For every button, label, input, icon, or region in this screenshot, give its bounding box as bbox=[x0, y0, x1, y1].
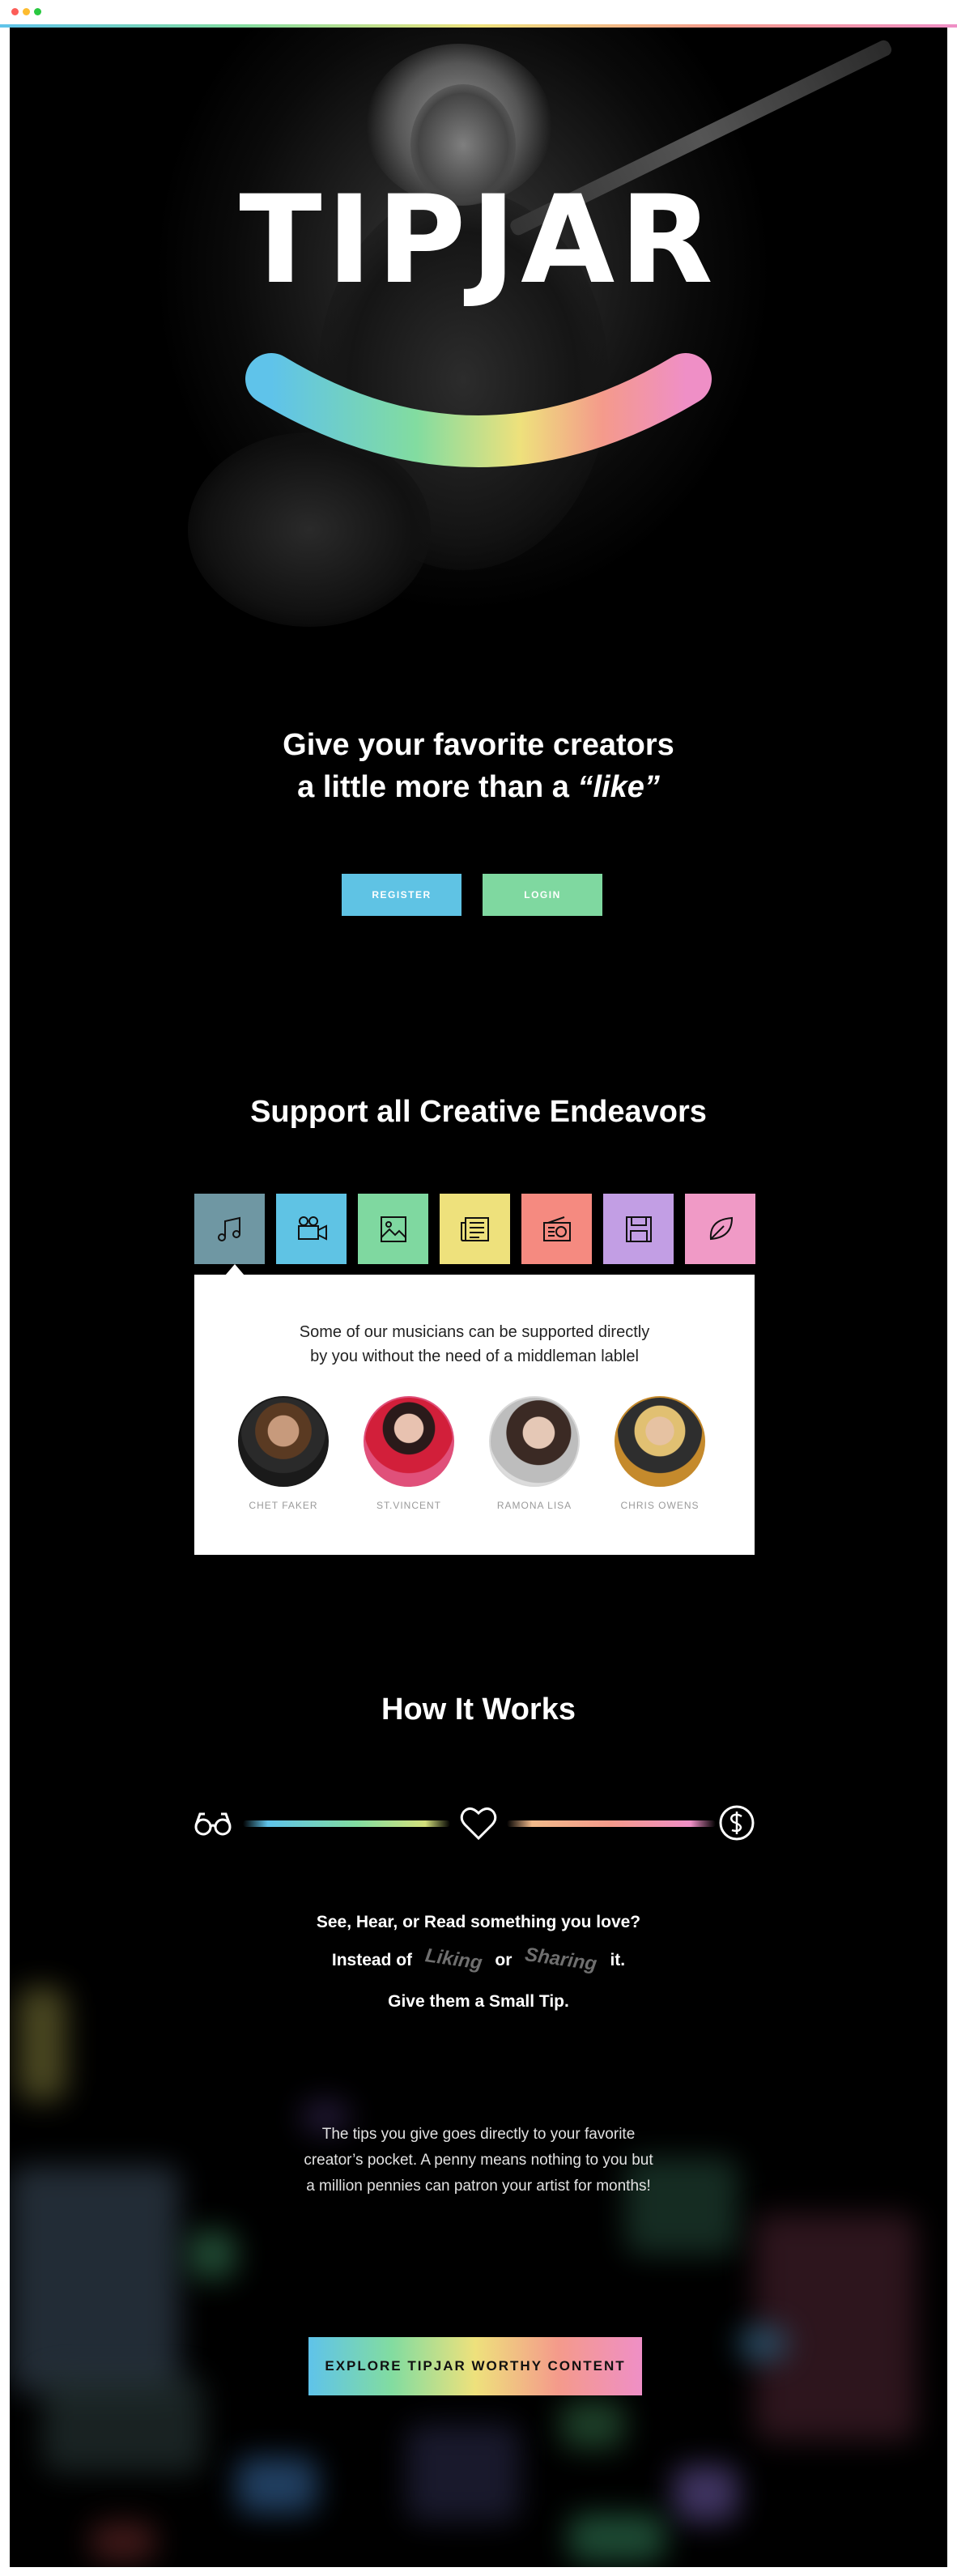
artist-card[interactable]: ST.VINCENT bbox=[352, 1396, 466, 1511]
bg-blur-shape bbox=[42, 2376, 204, 2473]
artist-name[interactable]: RAMONA LISA bbox=[478, 1500, 591, 1511]
avatar[interactable] bbox=[489, 1396, 580, 1487]
music-note-icon bbox=[217, 1216, 240, 1241]
headline-line-2: a little more than a “like” bbox=[10, 766, 947, 808]
bg-blur-shape bbox=[674, 2465, 738, 2522]
artist-name[interactable]: ST.VINCENT bbox=[352, 1500, 466, 1511]
how-it-works-title: How It Works bbox=[381, 1692, 576, 1727]
support-title: Support all Creative Endeavors bbox=[250, 1095, 707, 1129]
hero-photo bbox=[10, 28, 947, 635]
it-text: it. bbox=[610, 1951, 626, 1969]
para-line-2: creator’s pocket. A penny means nothing … bbox=[304, 2152, 653, 2169]
glasses-icon bbox=[194, 1812, 232, 1836]
landing-page: TIPJAR Give your favorite creators a lit… bbox=[10, 28, 947, 2567]
category-panel: Some of our musicians can be supported d… bbox=[194, 1275, 755, 1555]
avatar[interactable] bbox=[615, 1396, 705, 1487]
minimize-window-dot[interactable] bbox=[23, 8, 30, 15]
heart-icon bbox=[460, 1807, 497, 1841]
radio-icon bbox=[542, 1216, 571, 1241]
browser-chrome bbox=[0, 0, 957, 24]
avatar[interactable] bbox=[238, 1396, 329, 1487]
headline-like: “like” bbox=[577, 770, 660, 804]
category-software[interactable] bbox=[603, 1194, 674, 1264]
liking-ghost-text: Liking bbox=[423, 1944, 484, 1974]
image-icon bbox=[380, 1216, 406, 1242]
bg-blur-shape bbox=[188, 2230, 236, 2279]
instead-of-text: Instead of bbox=[331, 1951, 413, 1969]
category-news[interactable] bbox=[440, 1194, 510, 1264]
description-line-2: by you without the need of a middleman l… bbox=[310, 1348, 639, 1365]
rainbow-smile-logo bbox=[245, 353, 712, 467]
bg-blur-shape bbox=[568, 2514, 666, 2562]
category-description: Some of our musicians can be supported d… bbox=[194, 1320, 755, 1369]
bg-blur-shape bbox=[560, 2400, 625, 2449]
how-line-3: Give them a Small Tip. bbox=[388, 1992, 569, 2011]
dollar-coin-icon bbox=[719, 1805, 755, 1841]
maximize-window-dot[interactable] bbox=[34, 8, 41, 15]
category-image[interactable] bbox=[358, 1194, 428, 1264]
avatar[interactable] bbox=[364, 1396, 454, 1487]
bg-blur-shape bbox=[91, 2522, 155, 2562]
explore-content-button[interactable]: EXPLORE TIPJAR WORTHY CONTENT bbox=[308, 2337, 642, 2395]
description-line-1: Some of our musicians can be supported d… bbox=[299, 1323, 650, 1341]
category-video[interactable] bbox=[276, 1194, 347, 1264]
leaf-icon bbox=[709, 1216, 733, 1240]
sharing-ghost-text: Sharing bbox=[523, 1943, 599, 1976]
artist-card[interactable]: RAMONA LISA bbox=[478, 1396, 591, 1511]
bg-blur-shape bbox=[18, 1987, 66, 2101]
how-line-2: Instead of Liking or Sharing it. bbox=[10, 1944, 947, 1975]
artist-card[interactable]: CHET FAKER bbox=[227, 1396, 340, 1511]
bg-blur-shape bbox=[406, 2425, 520, 2522]
close-window-dot[interactable] bbox=[11, 8, 19, 15]
category-nature[interactable] bbox=[685, 1194, 755, 1264]
step-connector-right bbox=[507, 1820, 716, 1827]
bg-blur-shape bbox=[10, 2165, 180, 2392]
login-button[interactable]: LOGIN bbox=[483, 874, 602, 916]
how-line-1: See, Hear, or Read something you love? bbox=[316, 1913, 641, 1931]
register-button[interactable]: REGISTER bbox=[342, 874, 461, 916]
artist-name[interactable]: CHET FAKER bbox=[227, 1500, 340, 1511]
video-camera-icon bbox=[297, 1216, 327, 1241]
category-music[interactable] bbox=[194, 1194, 265, 1264]
para-line-1: The tips you give goes directly to your … bbox=[321, 2126, 636, 2143]
hero-headline: Give your favorite creators a little mor… bbox=[10, 724, 947, 808]
tips-explanation: The tips you give goes directly to your … bbox=[10, 2122, 947, 2199]
bg-blur-shape bbox=[755, 2214, 917, 2441]
selected-category-pointer bbox=[225, 1264, 245, 1275]
or-text: or bbox=[495, 1951, 513, 1969]
artist-name[interactable]: CHRIS OWENS bbox=[603, 1500, 717, 1511]
bg-blur-shape bbox=[236, 2457, 317, 2514]
para-line-3: a million pennies can patron your artist… bbox=[306, 2178, 651, 2195]
bg-blur-shape bbox=[738, 2327, 787, 2360]
category-radio[interactable] bbox=[521, 1194, 592, 1264]
artist-card[interactable]: CHRIS OWENS bbox=[603, 1396, 717, 1511]
headline-prefix: a little more than a bbox=[297, 770, 578, 804]
step-connector-left bbox=[243, 1820, 450, 1827]
tipjar-logo: TIPJAR bbox=[239, 170, 718, 311]
newspaper-icon bbox=[460, 1216, 489, 1241]
headline-line-1: Give your favorite creators bbox=[283, 728, 674, 762]
floppy-disk-icon bbox=[625, 1216, 652, 1242]
